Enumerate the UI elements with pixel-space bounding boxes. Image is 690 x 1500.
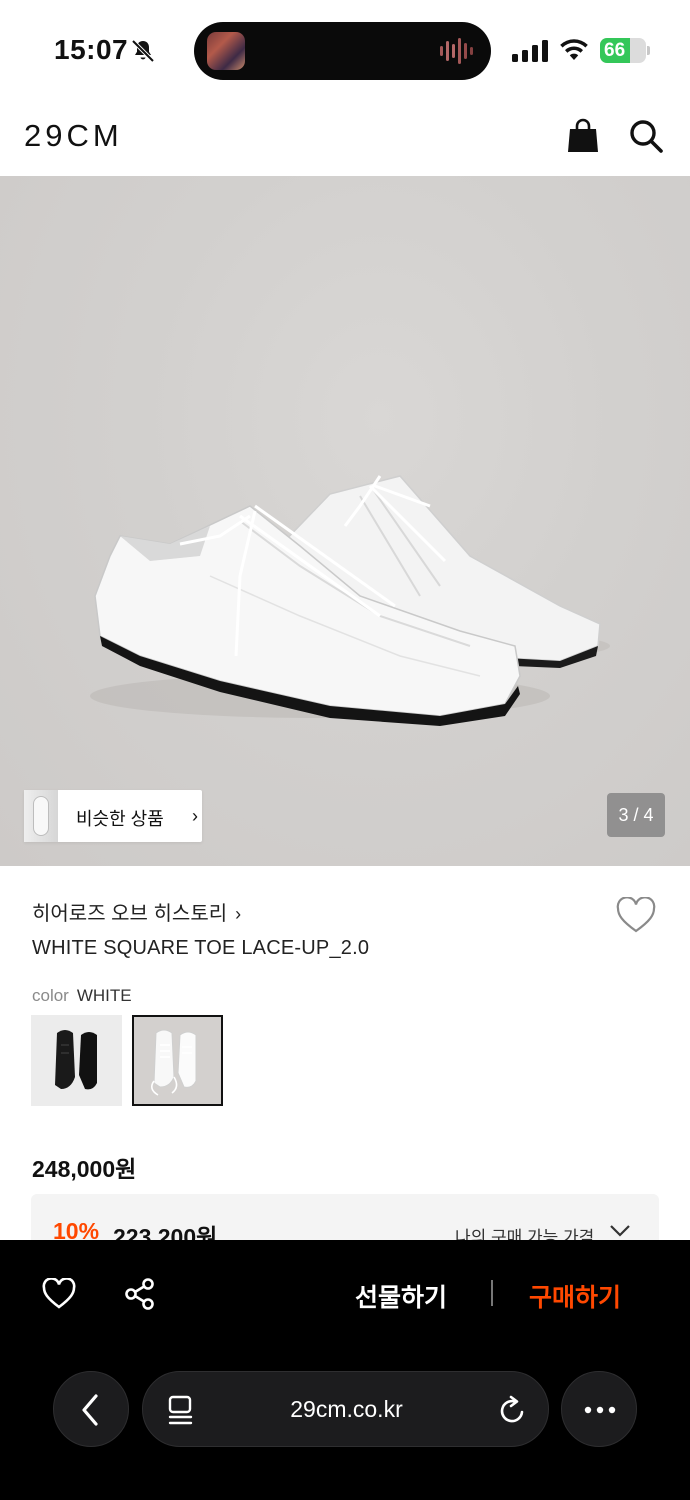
divider [491,1280,493,1306]
bell-slash-icon [131,39,155,63]
buy-button[interactable]: 구매하기 [529,1278,621,1314]
wishlist-heart-icon[interactable] [616,897,656,935]
now-playing-artwork [207,32,245,70]
color-swatch-white[interactable] [132,1015,223,1106]
chevron-right-icon: › [235,904,242,924]
brand-link[interactable]: 히어로즈 오브 히스토리 › [32,897,241,926]
back-chevron-icon [82,1394,98,1426]
signal-icon [512,40,548,62]
battery-charging-icon: 66 [600,38,650,63]
dynamic-island[interactable] [194,22,491,80]
similar-products-button[interactable]: 비슷한 상품 › [24,790,202,842]
purchase-bar: 선물하기 구매하기 [0,1240,690,1350]
heart-icon[interactable] [42,1278,76,1310]
product-name: WHITE SQUARE TOE LACE-UP_2.0 [32,937,370,959]
url-text: 29cm.co.kr [290,1396,403,1422]
color-key: color [32,986,69,1005]
app-header: 29CM [0,100,690,176]
audio-waveform-icon [440,38,473,64]
status-time: 15:07 [54,34,129,65]
logo[interactable]: 29CM [24,118,123,154]
shopping-bag-icon[interactable] [566,118,600,154]
back-button[interactable] [53,1371,129,1447]
share-icon[interactable] [124,1278,156,1310]
image-page-counter: 3 / 4 [607,793,665,837]
address-bar[interactable]: 29cm.co.kr [142,1371,549,1447]
more-button[interactable] [561,1371,637,1447]
battery-percentage: 66 [604,40,626,61]
gift-button[interactable]: 선물하기 [355,1278,447,1314]
similar-products-label: 비슷한 상품 [76,809,164,829]
brand-name: 히어로즈 오브 히스토리 [32,903,228,925]
product-photo [90,475,610,726]
color-swatch-black[interactable] [31,1015,122,1106]
similar-product-thumbnail [24,790,58,842]
color-value: WHITE [76,986,132,1005]
product-image-carousel[interactable]: 비슷한 상품 › 3 / 4 [0,176,690,866]
more-icon [584,1406,616,1414]
browser-toolbar: 29cm.co.kr [0,1350,690,1500]
status-bar: 15:07 66 [0,0,690,100]
search-icon[interactable] [628,118,664,154]
chevron-right-icon: › [192,806,198,826]
color-option-label: color WHITE [32,986,132,1006]
reload-icon[interactable] [498,1394,528,1426]
original-price: 248,000원 [32,1156,137,1182]
wifi-icon [560,39,588,60]
chevron-down-icon [610,1225,630,1237]
